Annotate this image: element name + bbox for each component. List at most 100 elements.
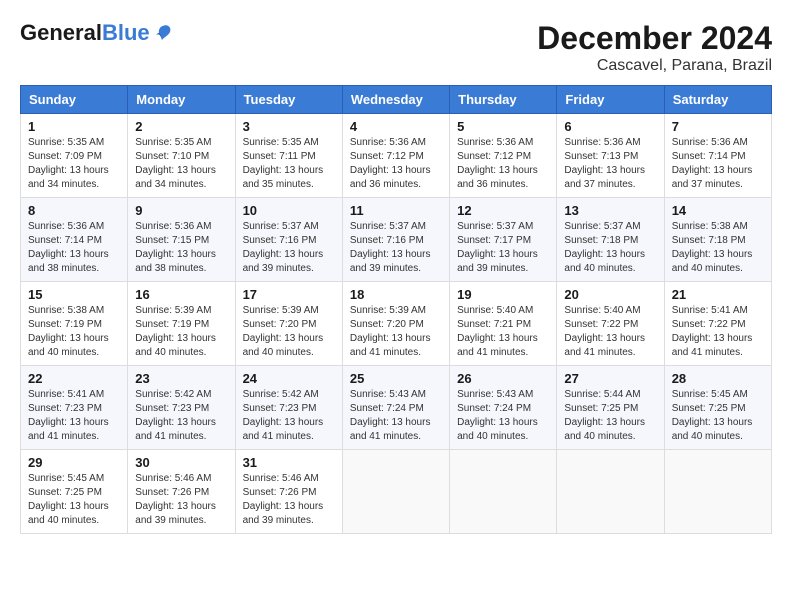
sunset-label: Sunset: 7:23 PM	[243, 403, 317, 414]
day-number: 8	[28, 203, 120, 218]
sunset-label: Sunset: 7:14 PM	[28, 235, 102, 246]
sunset-label: Sunset: 7:26 PM	[243, 487, 317, 498]
sunset-label: Sunset: 7:25 PM	[28, 487, 102, 498]
day-number: 29	[28, 455, 120, 470]
day-info: Sunrise: 5:35 AM Sunset: 7:11 PM Dayligh…	[243, 136, 335, 192]
day-info: Sunrise: 5:37 AM Sunset: 7:16 PM Dayligh…	[350, 220, 442, 276]
day-number: 31	[243, 455, 335, 470]
day-number: 3	[243, 119, 335, 134]
sunset-label: Sunset: 7:09 PM	[28, 151, 102, 162]
day-number: 25	[350, 371, 442, 386]
day-number: 1	[28, 119, 120, 134]
day-info: Sunrise: 5:36 AM Sunset: 7:15 PM Dayligh…	[135, 220, 227, 276]
daylight-label: Daylight: 13 hours and 38 minutes.	[28, 249, 109, 274]
sunset-label: Sunset: 7:18 PM	[672, 235, 746, 246]
day-cell	[664, 450, 771, 534]
daylight-label: Daylight: 13 hours and 35 minutes.	[243, 165, 324, 190]
column-header-sunday: Sunday	[21, 86, 128, 114]
sunset-label: Sunset: 7:16 PM	[350, 235, 424, 246]
daylight-label: Daylight: 13 hours and 40 minutes.	[457, 417, 538, 442]
day-info: Sunrise: 5:45 AM Sunset: 7:25 PM Dayligh…	[28, 472, 120, 528]
day-cell: 1 Sunrise: 5:35 AM Sunset: 7:09 PM Dayli…	[21, 114, 128, 198]
column-header-thursday: Thursday	[450, 86, 557, 114]
day-info: Sunrise: 5:39 AM Sunset: 7:20 PM Dayligh…	[243, 304, 335, 360]
sunset-label: Sunset: 7:19 PM	[28, 319, 102, 330]
day-cell: 27 Sunrise: 5:44 AM Sunset: 7:25 PM Dayl…	[557, 366, 664, 450]
day-info: Sunrise: 5:43 AM Sunset: 7:24 PM Dayligh…	[350, 388, 442, 444]
sunset-label: Sunset: 7:22 PM	[564, 319, 638, 330]
day-number: 22	[28, 371, 120, 386]
sunrise-label: Sunrise: 5:36 AM	[135, 221, 211, 232]
daylight-label: Daylight: 13 hours and 36 minutes.	[457, 165, 538, 190]
day-info: Sunrise: 5:42 AM Sunset: 7:23 PM Dayligh…	[243, 388, 335, 444]
sunrise-label: Sunrise: 5:41 AM	[28, 389, 104, 400]
sunrise-label: Sunrise: 5:39 AM	[350, 305, 426, 316]
sunrise-label: Sunrise: 5:37 AM	[350, 221, 426, 232]
day-number: 11	[350, 203, 442, 218]
calendar-header-row: SundayMondayTuesdayWednesdayThursdayFrid…	[21, 86, 772, 114]
sunrise-label: Sunrise: 5:35 AM	[135, 137, 211, 148]
sunset-label: Sunset: 7:19 PM	[135, 319, 209, 330]
day-cell: 19 Sunrise: 5:40 AM Sunset: 7:21 PM Dayl…	[450, 282, 557, 366]
day-cell: 20 Sunrise: 5:40 AM Sunset: 7:22 PM Dayl…	[557, 282, 664, 366]
sunrise-label: Sunrise: 5:39 AM	[243, 305, 319, 316]
day-cell	[450, 450, 557, 534]
daylight-label: Daylight: 13 hours and 40 minutes.	[243, 333, 324, 358]
day-cell: 17 Sunrise: 5:39 AM Sunset: 7:20 PM Dayl…	[235, 282, 342, 366]
page-header: GeneralBlue December 2024 Cascavel, Para…	[20, 20, 772, 75]
daylight-label: Daylight: 13 hours and 40 minutes.	[28, 333, 109, 358]
week-row-4: 22 Sunrise: 5:41 AM Sunset: 7:23 PM Dayl…	[21, 366, 772, 450]
daylight-label: Daylight: 13 hours and 40 minutes.	[28, 501, 109, 526]
day-number: 19	[457, 287, 549, 302]
day-number: 30	[135, 455, 227, 470]
daylight-label: Daylight: 13 hours and 39 minutes.	[457, 249, 538, 274]
day-number: 10	[243, 203, 335, 218]
day-cell: 8 Sunrise: 5:36 AM Sunset: 7:14 PM Dayli…	[21, 198, 128, 282]
day-cell: 5 Sunrise: 5:36 AM Sunset: 7:12 PM Dayli…	[450, 114, 557, 198]
sunset-label: Sunset: 7:20 PM	[243, 319, 317, 330]
day-number: 4	[350, 119, 442, 134]
column-header-friday: Friday	[557, 86, 664, 114]
day-info: Sunrise: 5:41 AM Sunset: 7:22 PM Dayligh…	[672, 304, 764, 360]
day-number: 20	[564, 287, 656, 302]
day-info: Sunrise: 5:44 AM Sunset: 7:25 PM Dayligh…	[564, 388, 656, 444]
daylight-label: Daylight: 13 hours and 37 minutes.	[672, 165, 753, 190]
sunset-label: Sunset: 7:14 PM	[672, 151, 746, 162]
sunset-label: Sunset: 7:18 PM	[564, 235, 638, 246]
sunset-label: Sunset: 7:25 PM	[672, 403, 746, 414]
sunrise-label: Sunrise: 5:36 AM	[564, 137, 640, 148]
day-cell: 21 Sunrise: 5:41 AM Sunset: 7:22 PM Dayl…	[664, 282, 771, 366]
sunrise-label: Sunrise: 5:45 AM	[28, 473, 104, 484]
calendar-table: SundayMondayTuesdayWednesdayThursdayFrid…	[20, 85, 772, 534]
day-info: Sunrise: 5:37 AM Sunset: 7:16 PM Dayligh…	[243, 220, 335, 276]
daylight-label: Daylight: 13 hours and 39 minutes.	[243, 501, 324, 526]
day-info: Sunrise: 5:46 AM Sunset: 7:26 PM Dayligh…	[135, 472, 227, 528]
week-row-1: 1 Sunrise: 5:35 AM Sunset: 7:09 PM Dayli…	[21, 114, 772, 198]
sunset-label: Sunset: 7:10 PM	[135, 151, 209, 162]
sunset-label: Sunset: 7:25 PM	[564, 403, 638, 414]
sunrise-label: Sunrise: 5:36 AM	[457, 137, 533, 148]
sunrise-label: Sunrise: 5:36 AM	[350, 137, 426, 148]
day-cell: 28 Sunrise: 5:45 AM Sunset: 7:25 PM Dayl…	[664, 366, 771, 450]
sunrise-label: Sunrise: 5:38 AM	[672, 221, 748, 232]
day-cell: 7 Sunrise: 5:36 AM Sunset: 7:14 PM Dayli…	[664, 114, 771, 198]
logo-general: General	[20, 20, 102, 45]
daylight-label: Daylight: 13 hours and 41 minutes.	[457, 333, 538, 358]
daylight-label: Daylight: 13 hours and 40 minutes.	[672, 417, 753, 442]
day-number: 28	[672, 371, 764, 386]
sunrise-label: Sunrise: 5:42 AM	[243, 389, 319, 400]
day-number: 26	[457, 371, 549, 386]
column-header-monday: Monday	[128, 86, 235, 114]
day-cell: 6 Sunrise: 5:36 AM Sunset: 7:13 PM Dayli…	[557, 114, 664, 198]
daylight-label: Daylight: 13 hours and 34 minutes.	[135, 165, 216, 190]
sunset-label: Sunset: 7:12 PM	[457, 151, 531, 162]
sunset-label: Sunset: 7:16 PM	[243, 235, 317, 246]
sunrise-label: Sunrise: 5:38 AM	[28, 305, 104, 316]
sunrise-label: Sunrise: 5:36 AM	[28, 221, 104, 232]
sunrise-label: Sunrise: 5:44 AM	[564, 389, 640, 400]
day-number: 7	[672, 119, 764, 134]
day-info: Sunrise: 5:35 AM Sunset: 7:10 PM Dayligh…	[135, 136, 227, 192]
day-cell	[342, 450, 449, 534]
day-number: 24	[243, 371, 335, 386]
daylight-label: Daylight: 13 hours and 40 minutes.	[564, 249, 645, 274]
